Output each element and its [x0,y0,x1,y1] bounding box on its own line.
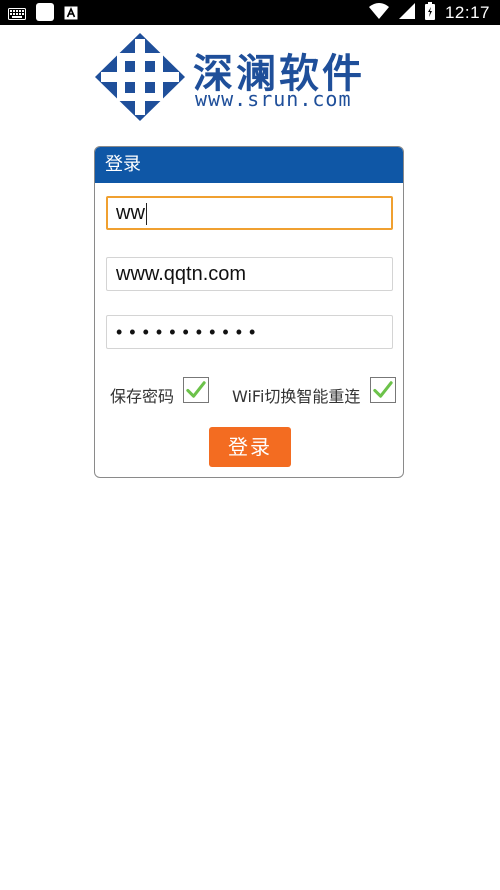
logo-url: www.srun.com [195,87,352,111]
app-icon [36,3,54,25]
password-value: ••••••••••• [116,322,263,342]
check-icon [186,381,206,398]
login-panel: 登录 ww www.qqtn.com ••••••••••• 保存密码 WiFi… [94,146,404,478]
wifi-reconnect-checkbox[interactable] [370,377,396,403]
wifi-reconnect-label: WiFi切换智能重连 [232,387,361,406]
battery-icon [424,1,435,24]
login-button[interactable]: 登录 [209,427,291,467]
signal-icon [398,2,415,23]
panel-header: 登录 [95,147,403,183]
check-icon [373,381,393,398]
wifi-icon [368,2,389,23]
save-password-label: 保存密码 [110,387,175,406]
password-input[interactable]: ••••••••••• [106,315,393,349]
save-password-checkbox[interactable] [183,377,209,403]
username-input[interactable]: ww [106,196,393,230]
server-input[interactable]: www.qqtn.com [106,257,393,291]
username-value: ww [116,202,145,224]
text-cursor [145,202,148,225]
srun-logo: 深澜软件 www.srun.com [95,33,415,121]
status-time: 12:17 [444,2,490,22]
server-value: www.qqtn.com [116,263,247,285]
keyboard-icon [8,5,26,24]
status-bar: 12:17 [0,0,500,25]
text-a-icon [64,5,78,24]
srun-logo-mark-icon [95,33,185,121]
